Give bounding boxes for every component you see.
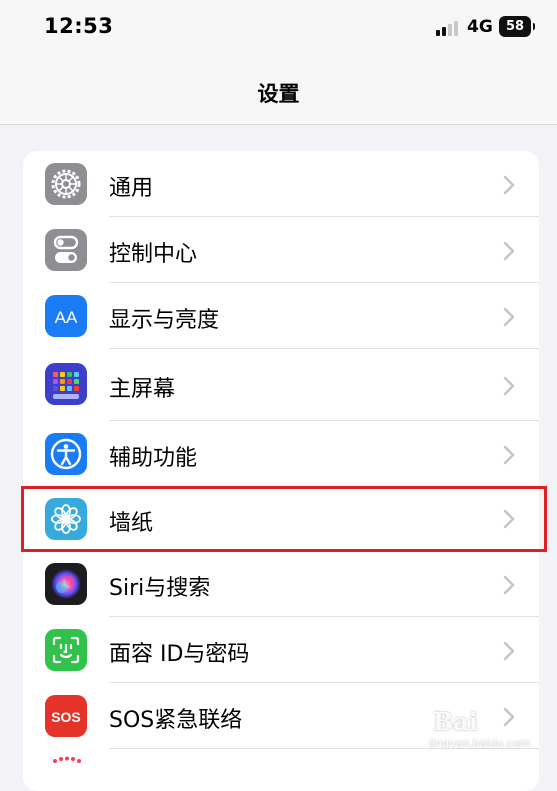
accessibility-icon: [45, 433, 87, 475]
status-bar: 12:53 4G 58: [0, 0, 557, 58]
siri-icon: [45, 563, 87, 605]
toggles-icon: [45, 229, 87, 271]
chevron-right-icon: [503, 641, 515, 661]
exposure-icon: [45, 755, 87, 791]
settings-item-label: 面容 ID与密码: [109, 642, 250, 667]
nav-bar: 设置: [0, 58, 557, 125]
watermark-logo: Bai jingyan.baidu.com: [425, 705, 535, 755]
watermark-sub: jingyan.baidu.com: [429, 737, 531, 750]
settings-item-label: 控制中心: [109, 242, 198, 267]
settings-item-label: 显示与亮度: [109, 308, 220, 333]
svg-text:SOS: SOS: [51, 709, 81, 725]
sos-icon: SOS: [45, 695, 87, 737]
settings-item-label: SOS紧急联络: [109, 708, 243, 733]
watermark-main: Bai: [433, 707, 478, 736]
battery-icon: 58: [499, 16, 535, 37]
status-time: 12:53: [44, 14, 114, 38]
settings-item-label: 通用: [109, 176, 154, 201]
settings-item-home-screen[interactable]: 主屏幕: [23, 349, 539, 421]
settings-item-general[interactable]: 通用: [23, 151, 539, 217]
settings-list: 通用 控制中心 AA 显示与亮度 主屏幕 辅助功能 墙纸 Siri与搜索 面容 …: [23, 151, 539, 791]
settings-item-siri-search[interactable]: Siri与搜索: [23, 551, 539, 617]
chevron-right-icon: [503, 376, 515, 396]
settings-item-display-brightness[interactable]: AA 显示与亮度: [23, 283, 539, 349]
settings-item-control-center[interactable]: 控制中心: [23, 217, 539, 283]
face-id-icon: [45, 629, 87, 671]
chevron-right-icon: [503, 241, 515, 261]
settings-item-label: 辅助功能: [109, 446, 198, 471]
svg-text:AA: AA: [55, 308, 78, 327]
chevron-right-icon: [503, 175, 515, 195]
settings-item-partial[interactable]: [23, 749, 539, 791]
gear-icon: [45, 163, 87, 205]
settings-item-face-id-passcode[interactable]: 面容 ID与密码: [23, 617, 539, 683]
chevron-right-icon: [503, 575, 515, 595]
text-size-icon: AA: [45, 295, 87, 337]
highlight-frame: [21, 486, 547, 552]
chevron-right-icon: [503, 445, 515, 465]
settings-item-label: Siri与搜索: [109, 576, 211, 601]
chevron-right-icon: [503, 307, 515, 327]
settings-item-label: 主屏幕: [109, 377, 176, 402]
settings-item-accessibility[interactable]: 辅助功能: [23, 421, 539, 487]
home-grid-icon: [45, 363, 87, 405]
network-type: 4G: [467, 17, 493, 37]
page-title: 设置: [257, 82, 300, 106]
signal-strength-icon: [436, 18, 462, 36]
